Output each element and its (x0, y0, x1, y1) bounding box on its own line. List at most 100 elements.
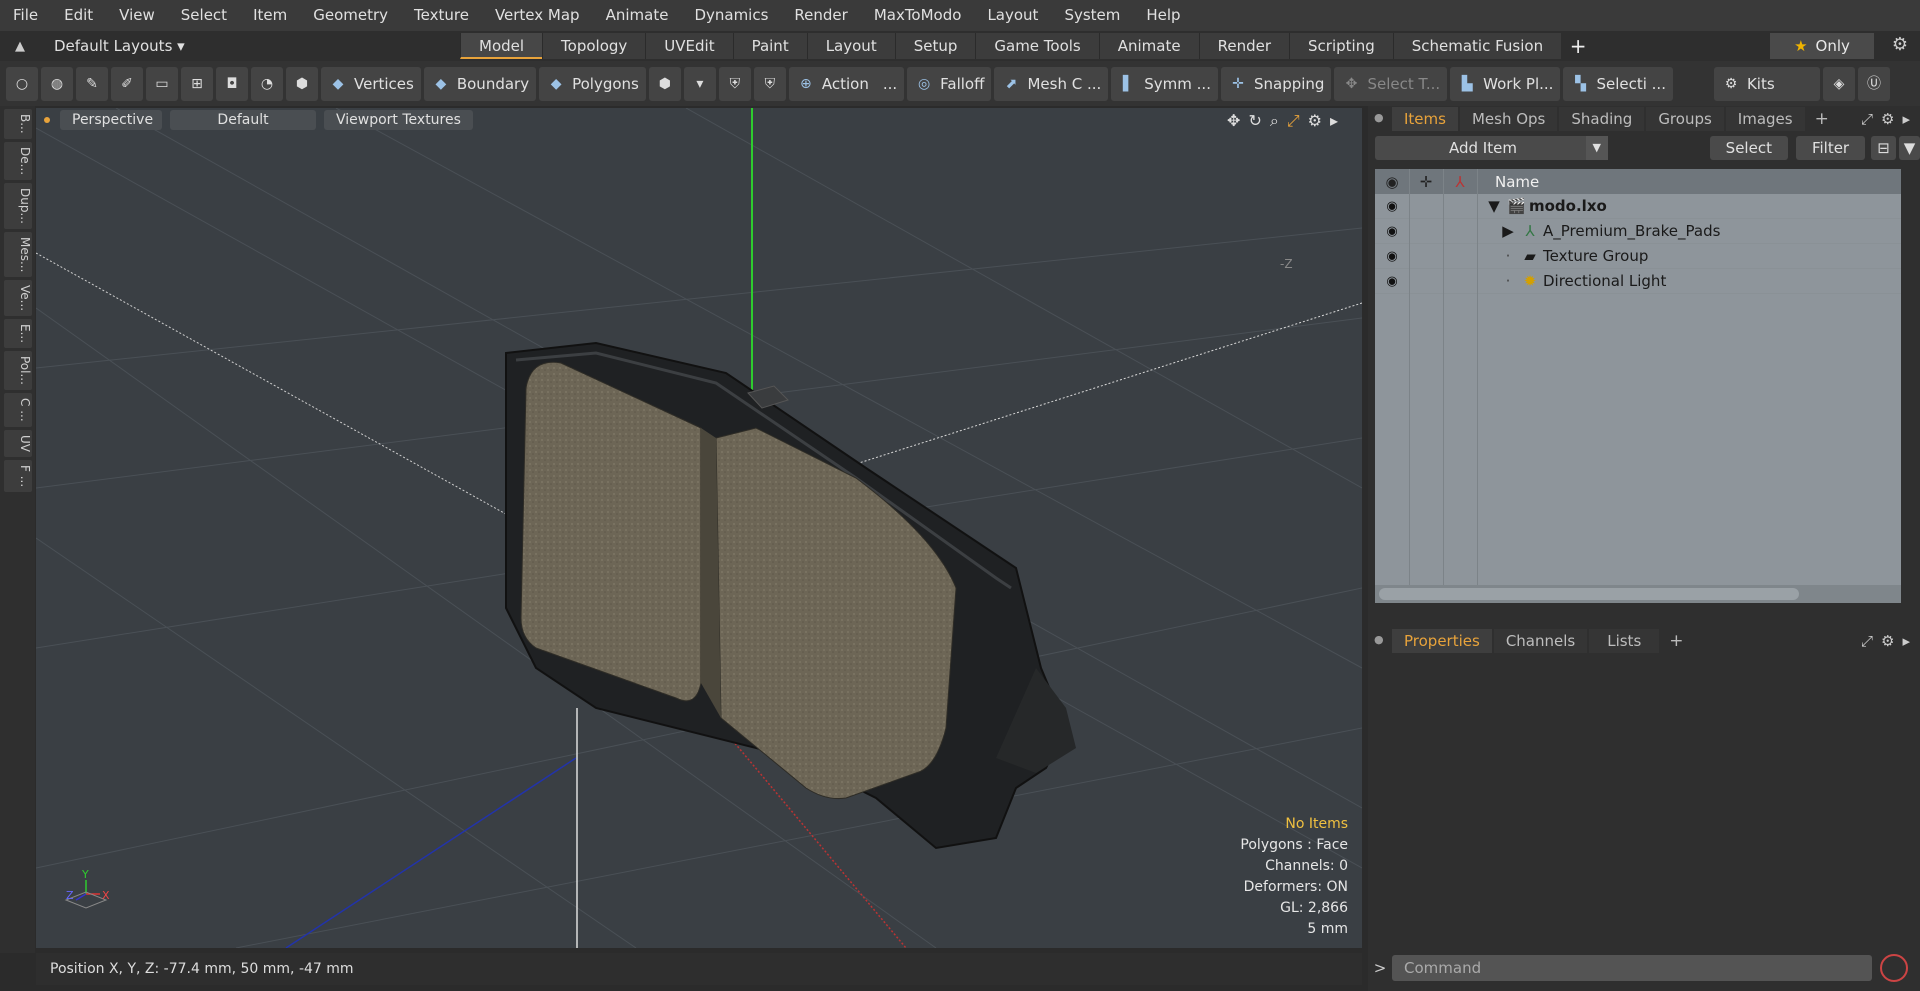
material-button[interactable]: ⬢ (648, 66, 681, 101)
select-button[interactable]: Select (1709, 136, 1788, 160)
tab-channels[interactable]: Channels (1493, 629, 1588, 653)
menu-system[interactable]: System (1051, 0, 1133, 31)
rotate-view-icon[interactable]: ↻ (1248, 111, 1261, 131)
menu-maxtomodo[interactable]: MaxToModo (861, 0, 975, 31)
filter-button[interactable]: Filter (1795, 136, 1866, 160)
left-tool-tab[interactable]: E... (4, 319, 32, 349)
action-button[interactable]: ⊕ Action... (788, 66, 905, 101)
name-column-header[interactable]: Name (1495, 173, 1539, 191)
collapse-list-icon[interactable]: ⊟ (1871, 136, 1896, 160)
zoom-view-icon[interactable]: ⌕ (1270, 111, 1279, 131)
chevron-down-icon[interactable]: ▼ (1585, 136, 1608, 160)
tab-paint[interactable]: Paint (732, 33, 807, 59)
gear-icon[interactable]: ⚙ (1892, 34, 1908, 55)
tab-topology[interactable]: Topology (542, 33, 646, 59)
viewport-indicator-icon[interactable] (44, 117, 50, 123)
viewport-gear-icon[interactable]: ⚙ (1308, 111, 1322, 131)
tab-properties[interactable]: Properties (1392, 629, 1492, 653)
move-view-icon[interactable]: ✥ (1227, 111, 1240, 131)
left-tool-tab[interactable]: Ve... (4, 280, 32, 317)
grid-button[interactable]: ⊞ (181, 66, 213, 101)
add-panel-tab-icon[interactable]: + (1661, 631, 1691, 651)
type-header-icon[interactable]: ⅄ (1443, 173, 1477, 191)
menu-layout[interactable]: Layout (974, 0, 1051, 31)
command-input[interactable]: Command (1392, 954, 1872, 981)
tab-layout[interactable]: Layout (806, 33, 895, 59)
visibility-header-icon[interactable]: ◉ (1375, 173, 1409, 191)
panel-gear-icon[interactable]: ⚙ (1881, 632, 1894, 650)
menu-animate[interactable]: Animate (593, 0, 682, 31)
tab-images[interactable]: Images (1725, 107, 1805, 131)
work-plane-button[interactable]: ▙ Work Pl... (1450, 66, 1561, 101)
left-tool-tab[interactable]: B... (4, 109, 32, 139)
tab-shading[interactable]: Shading (1559, 107, 1645, 131)
boundary-button[interactable]: ◆ Boundary (423, 66, 537, 101)
eye-icon[interactable]: ◉ (1375, 199, 1409, 214)
vertices-button[interactable]: ◆ Vertices (321, 66, 421, 101)
pen-button[interactable]: ✎ (76, 66, 108, 101)
menu-render[interactable]: Render (781, 0, 860, 31)
eye-icon[interactable]: ◉ (1375, 224, 1409, 239)
menu-file[interactable]: File (0, 0, 51, 31)
select-through-button[interactable]: ✥ Select T... (1334, 66, 1448, 101)
viewport-textures-dropdown[interactable]: Viewport Textures (324, 110, 473, 130)
left-tool-tab[interactable]: Dup... (4, 182, 32, 229)
tree-row-texture-group[interactable]: ◉ · ▰ Texture Group (1375, 244, 1901, 269)
menu-help[interactable]: Help (1133, 0, 1193, 31)
tree-row-light[interactable]: ◉ · ✹ Directional Light (1375, 269, 1901, 294)
box-select-button[interactable]: ▭ (146, 66, 178, 101)
add-tab-icon[interactable]: + (1561, 34, 1595, 58)
tab-game-tools[interactable]: Game Tools (975, 33, 1099, 59)
scrollbar-thumb[interactable] (1379, 588, 1799, 600)
kits-button[interactable]: ⚙ Kits (1713, 66, 1820, 101)
menu-vertex-map[interactable]: Vertex Map (482, 0, 593, 31)
maximize-panel-icon[interactable]: ⤢ (1861, 110, 1873, 128)
only-button[interactable]: ★ Only (1770, 33, 1874, 59)
tab-setup[interactable]: Setup (894, 33, 976, 59)
lock-header-icon[interactable]: ✛ (1409, 173, 1443, 191)
horizontal-scrollbar[interactable] (1375, 585, 1901, 603)
menu-select[interactable]: Select (168, 0, 240, 31)
menu-edit[interactable]: Edit (51, 0, 106, 31)
tab-lists[interactable]: Lists (1589, 629, 1660, 653)
falloff-button[interactable]: ◎ Falloff (907, 66, 992, 101)
menu-item[interactable]: Item (240, 0, 300, 31)
selection-sets-button[interactable]: ▚ Selecti ... (1563, 66, 1673, 101)
funnel-icon[interactable]: ▼ (1898, 136, 1920, 160)
material-dropdown[interactable]: ▾ (683, 66, 716, 101)
tab-uvedit[interactable]: UVEdit (645, 33, 733, 59)
viewport-expand-icon[interactable]: ▸ (1330, 111, 1338, 131)
unity-button[interactable]: ◈ (1822, 66, 1855, 101)
tree-row-mesh[interactable]: ◉ ▶ ⅄ A_Premium_Brake_Pads (1375, 219, 1901, 244)
left-tool-tab[interactable]: C ... (4, 393, 32, 427)
tab-render[interactable]: Render (1198, 33, 1290, 59)
add-panel-tab-icon[interactable]: + (1807, 109, 1837, 129)
item-mode-button[interactable]: ⬢ (286, 66, 318, 101)
tab-items[interactable]: Items (1392, 107, 1458, 131)
panel-gear-icon[interactable]: ⚙ (1881, 110, 1894, 128)
unreal-button[interactable]: Ⓤ (1857, 66, 1890, 101)
tab-groups[interactable]: Groups (1646, 107, 1724, 131)
tab-mesh-ops[interactable]: Mesh Ops (1459, 107, 1558, 131)
menu-view[interactable]: View (106, 0, 168, 31)
shield-button-2[interactable]: ⛨ (753, 66, 786, 101)
panel-dot-icon[interactable]: ● (1374, 633, 1384, 646)
tab-scripting[interactable]: Scripting (1289, 33, 1393, 59)
add-item-button[interactable]: Add Item ▼ (1375, 136, 1608, 160)
frame-button[interactable]: ◘ (216, 66, 248, 101)
globe-button[interactable]: ◍ (41, 66, 73, 101)
3d-viewport[interactable]: -Z Y Z X Perspective Default Viewport Te… (36, 108, 1362, 948)
panel-dot-icon[interactable]: ● (1374, 111, 1384, 124)
menu-geometry[interactable]: Geometry (300, 0, 401, 31)
shading-default-dropdown[interactable]: Default (170, 110, 316, 130)
expand-arrow-icon[interactable]: ▶ (1499, 222, 1517, 240)
left-tool-tab[interactable]: De... (4, 141, 32, 180)
clock-button[interactable]: ◔ (251, 66, 283, 101)
left-tool-tab[interactable]: Mes... (4, 231, 32, 278)
menu-texture[interactable]: Texture (401, 0, 482, 31)
perspective-dropdown[interactable]: Perspective (60, 110, 162, 130)
left-tool-tab[interactable]: Pol... (4, 351, 32, 391)
mesh-constraint-button[interactable]: ⬈ Mesh C ... (994, 66, 1109, 101)
collapse-icon[interactable]: ▲ (0, 39, 40, 54)
eye-icon[interactable]: ◉ (1375, 274, 1409, 289)
